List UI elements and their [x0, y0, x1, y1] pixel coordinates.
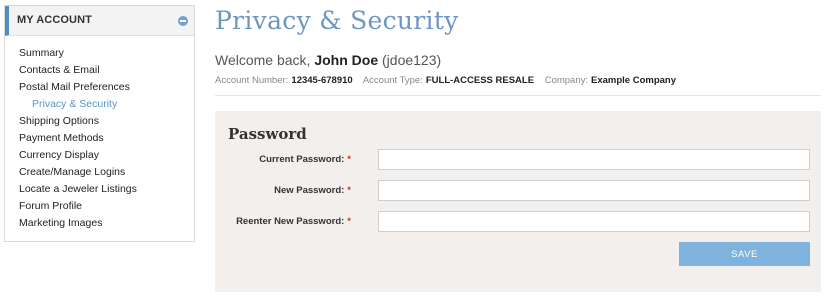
sidebar-item-forum-profile[interactable]: Forum Profile [5, 198, 194, 215]
sidebar-title: MY ACCOUNT [17, 14, 92, 26]
required-marker: * [347, 185, 351, 196]
company-value: Example Company [591, 75, 677, 86]
sidebar-item-privacy-security[interactable]: Privacy & Security [5, 96, 194, 113]
welcome-message: Welcome back, John Doe (jdoe123) [215, 52, 441, 68]
sidebar-item-summary[interactable]: Summary [5, 45, 194, 62]
account-info: Account Number: 12345-678910 Account Type… [215, 75, 684, 86]
sidebar-item-marketing-images[interactable]: Marketing Images [5, 215, 194, 232]
sidebar-item-shipping-options[interactable]: Shipping Options [5, 113, 194, 130]
account-type-label: Account Type: [362, 75, 423, 86]
account-type-value: FULL-ACCESS RESALE [425, 75, 535, 86]
current-password-input[interactable] [378, 149, 810, 170]
required-marker: * [347, 154, 351, 165]
new-password-label-text: New Password: [274, 185, 345, 196]
account-number-label: Account Number: [215, 75, 289, 86]
account-sidebar: MY ACCOUNT Summary Contacts & Email Post… [4, 5, 195, 242]
sidebar-item-postal-mail-preferences[interactable]: Postal Mail Preferences [5, 79, 194, 96]
password-panel-title: Password [228, 125, 307, 143]
sidebar-item-payment-methods[interactable]: Payment Methods [5, 130, 194, 147]
sidebar-nav: Summary Contacts & Email Postal Mail Pre… [5, 36, 194, 232]
sidebar-item-locate-jeweler-listings[interactable]: Locate a Jeweler Listings [5, 181, 194, 198]
current-password-label-text: Current Password: [259, 154, 345, 165]
minus-circle-icon[interactable] [178, 16, 188, 26]
sidebar-item-currency-display[interactable]: Currency Display [5, 147, 194, 164]
new-password-input[interactable] [378, 180, 810, 201]
page-title: Privacy & Security [215, 6, 459, 35]
account-number-value: 12345-678910 [291, 75, 353, 86]
user-username: (jdoe123) [382, 52, 442, 68]
user-full-name: John Doe [314, 52, 379, 68]
welcome-prefix: Welcome back, [215, 52, 311, 68]
save-button[interactable]: SAVE [679, 242, 810, 266]
required-marker: * [347, 216, 351, 227]
reenter-password-label: Reenter New Password: * [236, 216, 351, 227]
current-password-label: Current Password: * [259, 154, 351, 165]
password-panel: Password Current Password: * New Password… [215, 111, 821, 292]
new-password-label: New Password: * [274, 185, 351, 196]
reenter-password-label-text: Reenter New Password: [236, 216, 345, 227]
header-divider [215, 95, 821, 96]
sidebar-header: MY ACCOUNT [5, 6, 194, 36]
sidebar-item-create-manage-logins[interactable]: Create/Manage Logins [5, 164, 194, 181]
reenter-password-input[interactable] [378, 211, 810, 232]
sidebar-item-contacts-email[interactable]: Contacts & Email [5, 62, 194, 79]
company-label: Company: [544, 75, 589, 86]
